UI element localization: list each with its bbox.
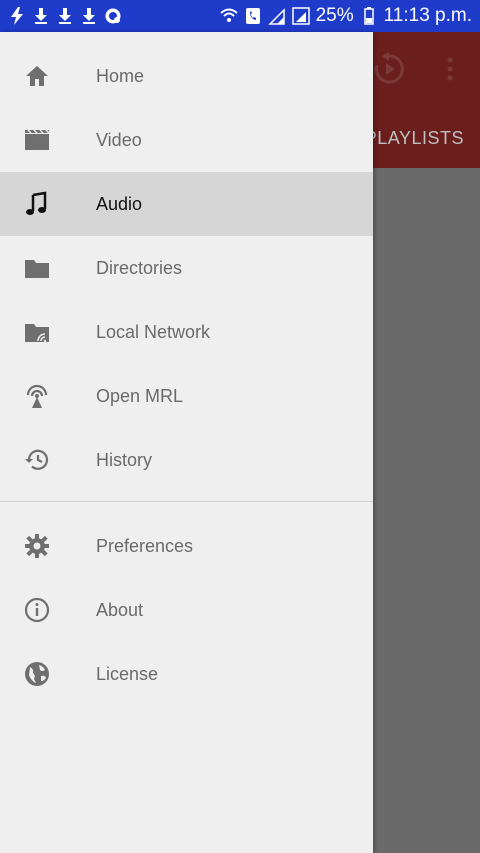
drawer-item-label: Home xyxy=(96,65,145,86)
drawer-item-label: History xyxy=(96,449,153,470)
whatsapp-icon xyxy=(104,7,122,25)
flash-icon xyxy=(8,7,26,25)
drawer-item-label: Directories xyxy=(96,257,183,278)
globe-icon xyxy=(22,659,52,689)
gear-icon xyxy=(22,531,52,561)
replay-icon[interactable] xyxy=(372,52,406,91)
drawer-item-open-mrl[interactable]: Open MRL xyxy=(0,364,373,428)
drawer-item-label: Preferences xyxy=(96,535,194,556)
navigation-drawer: Home Video Audio Directories Local Netwo… xyxy=(0,32,373,853)
drawer-item-preferences[interactable]: Preferences xyxy=(0,514,373,578)
home-icon xyxy=(22,61,52,91)
tab-playlists[interactable]: PLAYLISTS xyxy=(365,128,464,149)
call-icon xyxy=(244,7,262,25)
drawer-item-local-network[interactable]: Local Network xyxy=(0,300,373,364)
drawer-item-audio[interactable]: Audio xyxy=(0,172,373,236)
drawer-item-directories[interactable]: Directories xyxy=(0,236,373,300)
info-icon xyxy=(22,595,52,625)
signal-icon xyxy=(267,7,286,25)
download-icon xyxy=(56,7,74,25)
history-icon xyxy=(22,445,52,475)
music-note-icon xyxy=(22,189,52,219)
download-icon xyxy=(32,7,50,25)
drawer-item-home[interactable]: Home xyxy=(0,44,373,108)
drawer-item-label: Local Network xyxy=(96,321,211,342)
wifi-icon xyxy=(219,7,238,25)
drawer-item-label: Video xyxy=(96,129,142,150)
drawer-item-history[interactable]: History xyxy=(0,428,373,492)
drawer-item-license[interactable]: License xyxy=(0,642,373,706)
status-left-icons xyxy=(8,7,122,25)
folder-icon xyxy=(22,253,52,283)
more-options-icon[interactable] xyxy=(440,56,460,89)
status-bar: 25% 11:13 p.m. xyxy=(0,0,480,32)
battery-icon xyxy=(360,7,378,25)
status-right-icons: 25% 11:13 p.m. xyxy=(219,0,472,32)
clock: 11:13 p.m. xyxy=(383,5,472,26)
drawer-item-label: Audio xyxy=(96,193,143,214)
drawer-item-video[interactable]: Video xyxy=(0,108,373,172)
signal-box-icon xyxy=(291,7,310,25)
drawer-item-label: About xyxy=(96,599,144,620)
drawer-item-label: License xyxy=(96,663,159,684)
network-folder-icon xyxy=(22,317,52,347)
drawer-item-about[interactable]: About xyxy=(0,578,373,642)
video-icon xyxy=(22,125,52,155)
drawer-divider xyxy=(0,501,373,502)
download-icon xyxy=(80,7,98,25)
battery-percent: 25% xyxy=(315,5,354,26)
stream-icon xyxy=(22,381,52,411)
drawer-item-label: Open MRL xyxy=(96,385,184,406)
